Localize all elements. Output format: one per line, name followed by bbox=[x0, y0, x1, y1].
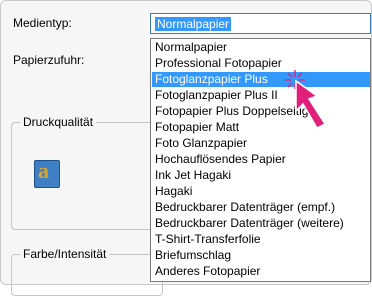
media-type-select[interactable]: Normalpapier bbox=[150, 13, 371, 34]
dropdown-option[interactable]: Professional Fotopapier bbox=[152, 56, 370, 71]
dropdown-option[interactable]: Briefumschlag bbox=[152, 248, 370, 263]
media-type-dropdown-list[interactable]: Normalpapier Professional Fotopapier Fotog… bbox=[150, 38, 371, 282]
dropdown-option[interactable]: Fotopapier Plus Doppelseitig bbox=[152, 104, 370, 119]
dropdown-option[interactable]: T-Shirt-Transferfolie bbox=[152, 232, 370, 247]
dropdown-option[interactable]: Bedruckbarer Datenträger (empf.) bbox=[152, 200, 370, 215]
paper-feed-label: Papierzufuhr: bbox=[13, 53, 85, 67]
dropdown-option[interactable]: Fotopapier Matt bbox=[152, 120, 370, 135]
dropdown-option[interactable]: Hochauflösendes Papier bbox=[152, 152, 370, 167]
color-intensity-legend: Farbe/Intensität bbox=[20, 247, 110, 261]
dropdown-option[interactable]: Ink Jet Hagaki bbox=[152, 168, 370, 183]
hand-pointer-icon bbox=[285, 70, 327, 129]
media-type-select-value: Normalpapier bbox=[155, 17, 232, 31]
preview-glyph: a bbox=[38, 158, 49, 183]
dropdown-option[interactable]: Hagaki bbox=[152, 184, 370, 199]
dropdown-option[interactable]: Bedruckbarer Datenträger (weitere) bbox=[152, 216, 370, 231]
dropdown-option[interactable]: Foto Glanzpapier bbox=[152, 136, 370, 151]
print-quality-legend: Druckqualität bbox=[20, 115, 97, 129]
media-type-label: Medientyp: bbox=[13, 16, 72, 30]
dropdown-option[interactable]: Fotoglanzpapier Plus II bbox=[152, 88, 370, 103]
dropdown-option[interactable]: Anderes Fotopapier bbox=[152, 264, 370, 279]
dropdown-option[interactable]: Normalpapier bbox=[152, 40, 370, 55]
dropdown-option[interactable]: Fotoglanzpapier Plus bbox=[152, 72, 370, 87]
